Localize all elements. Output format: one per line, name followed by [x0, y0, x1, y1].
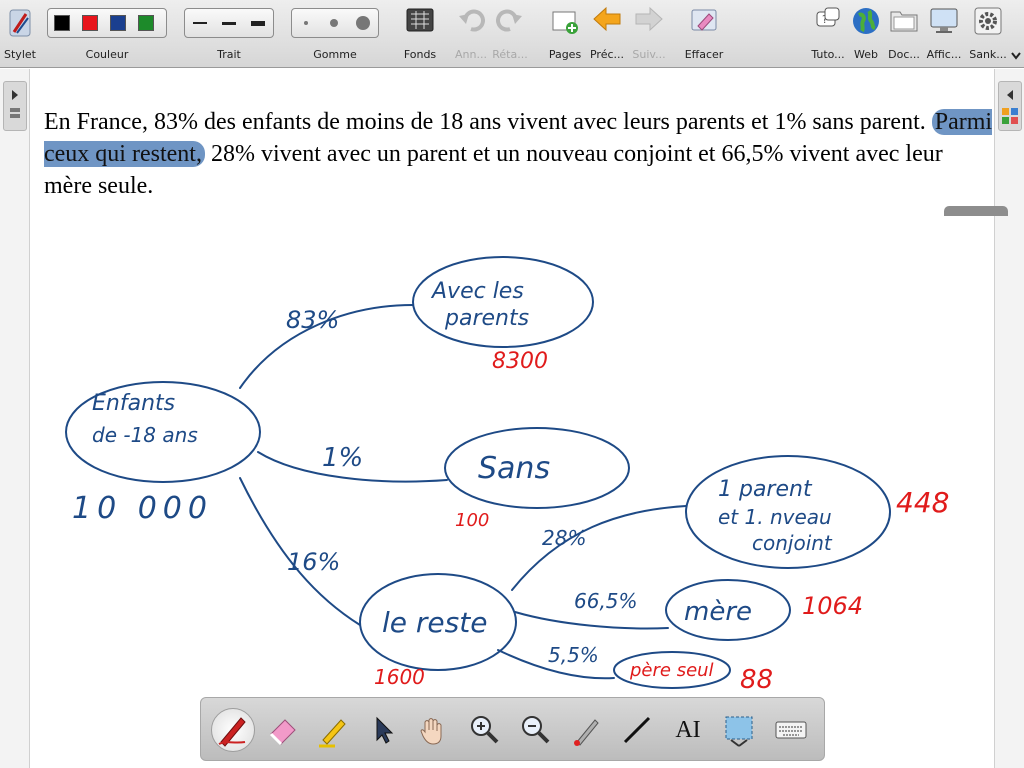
keyboard-icon — [775, 721, 807, 739]
reste-label: le reste — [382, 606, 487, 639]
handwritten-tree-diagram: Enfants de -18 ans 10 000 Avec les paren… — [65, 256, 949, 695]
pct-mere: 66,5% — [574, 589, 638, 613]
pct-pere: 5,5% — [548, 643, 599, 667]
line-icon — [623, 716, 651, 744]
val-reste: 1600 — [374, 665, 425, 689]
pct-parents: 83% — [286, 306, 339, 334]
hand-icon — [420, 718, 442, 745]
eraser-icon — [269, 719, 296, 746]
val-sans: 100 — [455, 510, 489, 531]
laser-tool[interactable] — [565, 708, 609, 752]
tool-palette: AI — [200, 697, 825, 761]
val-parents: 8300 — [492, 349, 548, 374]
zoom-in-tool[interactable] — [463, 708, 507, 752]
zoom-out-tool[interactable] — [514, 708, 558, 752]
laser-icon — [574, 719, 599, 746]
text-tool[interactable]: AI — [666, 708, 710, 752]
capture-tool[interactable] — [717, 708, 761, 752]
pere-label: père seul — [629, 660, 714, 681]
eraser-tool[interactable] — [261, 708, 305, 752]
selector-tool[interactable] — [361, 708, 405, 752]
conjoint-label-3: conjoint — [752, 531, 833, 555]
sans-label: Sans — [478, 451, 550, 486]
hand-tool[interactable] — [411, 708, 455, 752]
pct-sans: 1% — [322, 443, 363, 473]
pct-conjoint: 28% — [542, 526, 586, 550]
conjoint-label-1: 1 parent — [718, 477, 813, 502]
val-conjoint: 448 — [896, 486, 949, 519]
text-icon: AI — [675, 716, 701, 743]
parents-label-2: parents — [444, 306, 529, 331]
val-pere: 88 — [740, 665, 773, 695]
marker-tool[interactable] — [311, 708, 355, 752]
pen-tool[interactable] — [211, 708, 255, 752]
branch-conjoint — [511, 505, 687, 591]
zoom-in-icon — [471, 716, 499, 744]
pct-reste: 16% — [287, 548, 340, 576]
keyboard-tool[interactable] — [769, 708, 813, 752]
zoom-out-icon — [522, 716, 550, 744]
root-label-2: de -18 ans — [92, 423, 198, 447]
marker-icon — [319, 719, 346, 748]
conjoint-label-2: et 1. nveau — [718, 505, 832, 529]
root-label-1: Enfants — [92, 391, 175, 416]
line-tool[interactable] — [615, 708, 659, 752]
pointer-icon — [376, 716, 394, 744]
mere-label: mère — [684, 597, 752, 627]
pen-icon — [218, 717, 246, 747]
capture-icon — [725, 716, 753, 747]
val-mere: 1064 — [802, 592, 863, 620]
branch-mere — [514, 611, 669, 630]
parents-label-1: Avec les — [430, 279, 524, 304]
root-count: 10 000 — [72, 491, 213, 526]
